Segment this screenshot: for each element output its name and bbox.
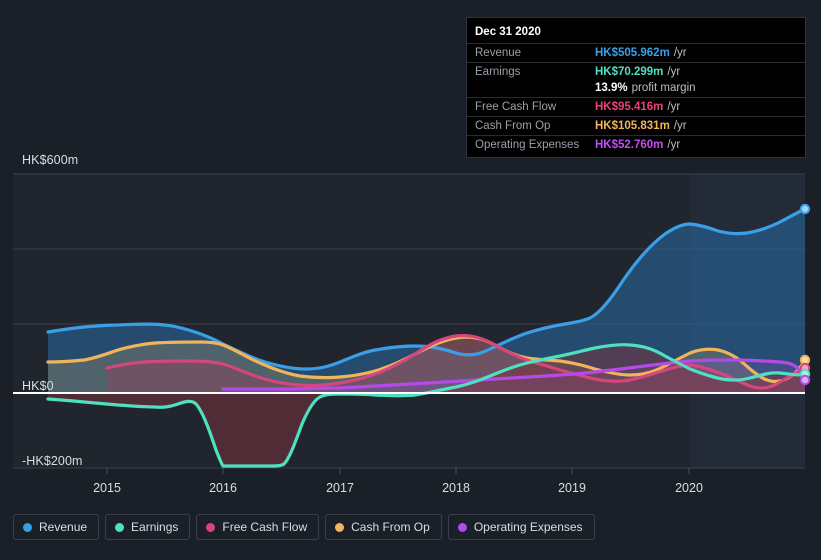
tooltip-label-free-cash-flow: Free Cash Flow [475,101,557,113]
legend-item-operating-expenses[interactable]: Operating Expenses [447,514,595,540]
tooltip-row-cash-from-op: Cash From Op HK$105.831m /yr [467,116,805,135]
legend-dot-revenue [23,522,32,532]
x-axis-label-2019: 2019 [558,481,586,495]
financial-chart-page: HK$600m HK$0 -HK$200m 2015 2016 2017 201… [0,0,821,560]
legend-dot-operating-expenses [457,522,467,532]
legend-dot-free-cash-flow [206,522,216,532]
legend-label-earnings: Earnings [131,520,179,534]
legend-label-cash-from-op: Cash From Op [351,520,430,534]
tooltip-unit-cash-from-op: /yr [673,120,687,132]
tooltip-unit-free-cash-flow: /yr [667,101,681,113]
chart-legend: Revenue Earnings Free Cash Flow Cash Fro… [13,514,595,540]
legend-label-operating-expenses: Operating Expenses [473,520,583,534]
legend-dot-earnings [115,522,125,532]
tooltip-label-revenue: Revenue [475,47,522,59]
legend-item-earnings[interactable]: Earnings [105,514,191,540]
x-tick-marks [106,468,690,474]
tooltip-unit-earnings: /yr [667,66,681,78]
x-axis-label-2020: 2020 [675,481,703,495]
y-axis-label-top: HK$600m [22,153,79,167]
legend-label-revenue: Revenue [39,520,88,534]
tooltip-value-earnings: HK$70.299m [595,66,664,78]
y-axis-label-bottom: -HK$200m [22,454,83,468]
legend-item-revenue[interactable]: Revenue [13,514,100,540]
tooltip-value-profit-margin: 13.9% [595,82,628,94]
revenue-endpoint-marker [799,203,811,215]
x-axis-label-2016: 2016 [209,481,237,495]
tooltip-label-earnings: Earnings [475,66,521,78]
legend-item-free-cash-flow[interactable]: Free Cash Flow [196,514,320,540]
x-axis-label-2018: 2018 [442,481,470,495]
legend-dot-cash-from-op [335,522,345,532]
tooltip-date: Dec 31 2020 [475,26,541,38]
tooltip-unit-profit-margin: profit margin [631,82,696,94]
tooltip-row-revenue: Revenue HK$505.962m /yr [467,43,805,62]
data-tooltip: Dec 31 2020 Revenue HK$505.962m /yr Earn… [466,17,806,158]
tooltip-label-cash-from-op: Cash From Op [475,120,551,132]
tooltip-row-earnings: Earnings HK$70.299m /yr [467,62,805,81]
legend-label-free-cash-flow: Free Cash Flow [222,520,308,534]
tooltip-value-revenue: HK$505.962m [595,47,670,59]
legend-item-cash-from-op[interactable]: Cash From Op [325,514,442,540]
tooltip-value-cash-from-op: HK$105.831m [595,120,670,132]
x-axis-label-2017: 2017 [326,481,354,495]
tooltip-value-free-cash-flow: HK$95.416m [595,101,664,113]
tooltip-label-operating-expenses: Operating Expenses [475,139,580,151]
tooltip-unit-operating-expenses: /yr [667,139,681,151]
operating-expenses-endpoint-marker [799,374,811,386]
tooltip-unit-revenue: /yr [673,47,687,59]
x-axis-label-2015: 2015 [93,481,121,495]
tooltip-row-free-cash-flow: Free Cash Flow HK$95.416m /yr [467,97,805,116]
tooltip-row-operating-expenses: Operating Expenses HK$52.760m /yr [467,135,805,154]
y-axis-label-zero: HK$0 [22,379,54,393]
tooltip-value-operating-expenses: HK$52.760m [595,139,664,151]
tooltip-row-profit-margin: 13.9% profit margin [467,81,805,97]
